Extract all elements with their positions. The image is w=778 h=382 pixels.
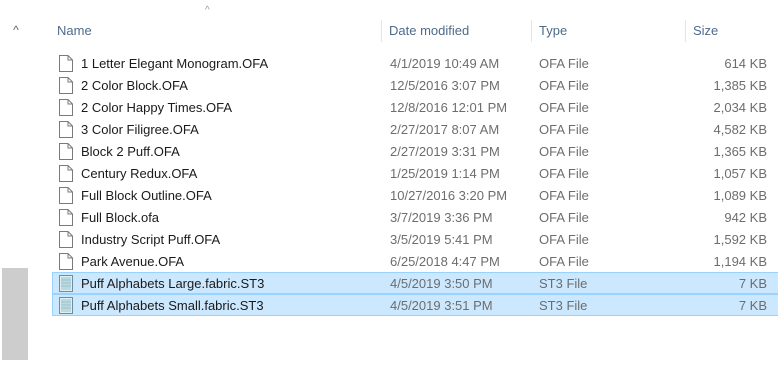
file-type: OFA File [539,122,589,137]
file-date-modified: 3/5/2019 5:41 PM [390,232,493,247]
file-size: 1,385 KB [713,78,768,93]
file-name: 3 Color Filigree.OFA [81,122,199,137]
file-type: ST3 File [539,298,588,313]
document-icon [59,209,73,226]
file-row[interactable]: Century Redux.OFA 1/25/2019 1:14 PM OFA Fi… [52,162,778,184]
file-name: 1 Letter Elegant Monogram.OFA [81,56,269,71]
file-date-modified: 4/5/2019 3:50 PM [390,276,493,291]
document-icon [59,143,73,160]
file-date-modified: 10/27/2016 3:20 PM [390,188,508,203]
file-type: OFA File [539,56,589,71]
document-icon [59,165,73,182]
file-name: Full Block.ofa [81,210,160,225]
document-icon [59,231,73,248]
file-size: 4,582 KB [713,122,768,137]
file-row[interactable]: 2 Color Block.OFA 12/5/2016 3:07 PM OFA Fi… [52,74,778,96]
document-icon [59,77,73,94]
file-size: 2,034 KB [713,100,768,115]
document-icon [59,253,73,270]
file-row[interactable]: Puff Alphabets Small.fabric.ST3 4/5/2019 … [52,294,778,316]
file-type: OFA File [539,144,589,159]
file-row[interactable]: 1 Letter Elegant Monogram.OFA 4/1/2019 10… [52,52,778,74]
scroll-up-arrow-icon[interactable]: ^ [8,22,24,38]
file-size: 614 KB [724,56,767,71]
scrollbar-thumb[interactable] [2,268,28,360]
file-row[interactable]: Park Avenue.OFA 6/25/2018 4:47 PM OFA File… [52,250,778,272]
file-date-modified: 3/7/2019 3:36 PM [390,210,493,225]
file-size: 1,089 KB [713,188,768,203]
file-type: OFA File [539,232,589,247]
file-type: OFA File [539,210,589,225]
file-size: 7 KB [738,298,767,313]
document-icon [59,99,73,116]
file-type: OFA File [539,100,589,115]
fabric-file-icon [59,275,73,292]
fabric-file-icon [59,297,73,314]
file-name: Industry Script Puff.OFA [81,232,221,247]
navigation-pane: ^ [0,0,40,382]
file-row[interactable]: Full Block Outline.OFA 10/27/2016 3:20 PM… [52,184,778,206]
column-header-type[interactable]: Type [532,20,686,42]
file-date-modified: 6/25/2018 4:47 PM [390,254,500,269]
file-size: 942 KB [724,210,767,225]
file-name: Puff Alphabets Large.fabric.ST3 [81,276,265,291]
file-row[interactable]: Full Block.ofa 3/7/2019 3:36 PM OFA File 94… [52,206,778,228]
file-type: OFA File [539,166,589,181]
document-icon [59,55,73,72]
file-size: 1,057 KB [713,166,768,181]
file-size: 1,592 KB [713,232,768,247]
file-type: OFA File [539,188,589,203]
file-row[interactable]: Industry Script Puff.OFA 3/5/2019 5:41 PM… [52,228,778,250]
column-header-size[interactable]: Size [686,20,778,42]
file-type: OFA File [539,254,589,269]
file-name: 2 Color Block.OFA [81,78,188,93]
file-name: Century Redux.OFA [81,166,198,181]
file-date-modified: 12/8/2016 12:01 PM [390,100,508,115]
column-header-name[interactable]: Name [50,20,382,42]
file-date-modified: 2/27/2017 8:07 AM [390,122,500,137]
file-date-modified: 4/5/2019 3:51 PM [390,298,493,313]
file-size: 7 KB [738,276,767,291]
column-header-row: Name Date modified Type Size [50,0,778,50]
file-date-modified: 4/1/2019 10:49 AM [390,56,500,71]
document-icon [59,121,73,138]
file-type: OFA File [539,78,589,93]
file-row[interactable]: 3 Color Filigree.OFA 2/27/2017 8:07 AM OFA… [52,118,778,140]
column-header-date-modified[interactable]: Date modified [382,20,532,42]
file-name: Puff Alphabets Small.fabric.ST3 [81,298,264,313]
file-name: 2 Color Happy Times.OFA [81,100,232,115]
file-size: 1,365 KB [713,144,768,159]
file-date-modified: 2/27/2019 3:31 PM [390,144,500,159]
file-size: 1,194 KB [713,254,768,269]
file-type: ST3 File [539,276,588,291]
file-row[interactable]: Puff Alphabets Large.fabric.ST3 4/5/2019 … [52,272,778,294]
file-name: Block 2 Puff.OFA [81,144,180,159]
document-icon [59,187,73,204]
file-row[interactable]: 2 Color Happy Times.OFA 12/8/2016 12:01 P… [52,96,778,118]
file-name: Park Avenue.OFA [81,254,185,269]
file-date-modified: 12/5/2016 3:07 PM [390,78,500,93]
file-name: Full Block Outline.OFA [81,188,212,203]
file-date-modified: 1/25/2019 1:14 PM [390,166,500,181]
file-row[interactable]: Block 2 Puff.OFA 2/27/2019 3:31 PM OFA Fil… [52,140,778,162]
